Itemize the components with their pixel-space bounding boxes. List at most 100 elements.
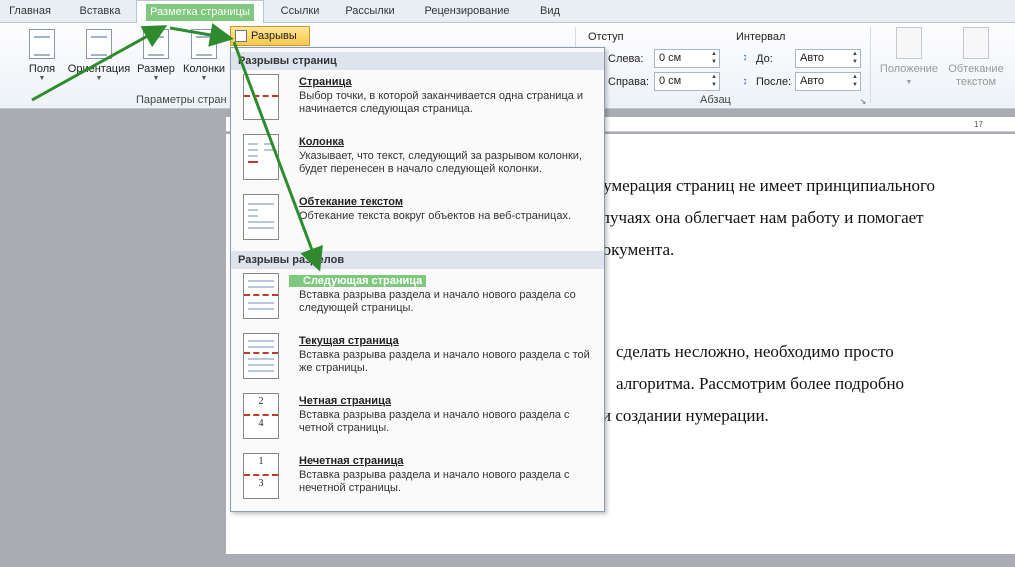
breaks-button[interactable]: Разрывы ▼ xyxy=(230,26,310,59)
indent-left-value: 0 см xyxy=(659,52,682,64)
size-label: Размер xyxy=(137,63,175,75)
menu-item-even-page[interactable]: 2 4 Четная страница Вставка разрыва разд… xyxy=(231,389,604,449)
menu-item-title: Четная страница xyxy=(299,395,392,407)
wrap-text-label-1: Обтекание xyxy=(948,63,1004,75)
menu-item-next-page[interactable]: Следующая страница Вставка разрыва разде… xyxy=(231,269,604,329)
indent-title: Отступ xyxy=(588,31,624,43)
document-line: алгоритма. Рассмотрим более подробно xyxy=(616,374,905,393)
orientation-button[interactable]: Ориентация ▼ xyxy=(66,29,132,82)
ruler-mark: 17 xyxy=(974,120,983,129)
page-breaks-header: Разрывы страниц xyxy=(231,52,604,70)
menu-item-continuous[interactable]: Текущая страница Вставка разрыва раздела… xyxy=(231,329,604,389)
size-icon xyxy=(143,29,169,59)
wrap-text-icon xyxy=(963,27,989,59)
indent-left-field[interactable]: 0 см ▲ ▼ xyxy=(654,49,720,68)
paragraph-group-label: Абзац xyxy=(700,94,731,106)
spacing-after-field[interactable]: Авто ▲ ▼ xyxy=(795,72,861,91)
chevron-down-icon: ▼ xyxy=(95,75,103,82)
spacing-after-label: После: xyxy=(756,76,792,88)
orientation-label: Ориентация xyxy=(67,63,131,75)
size-button[interactable]: Размер ▼ xyxy=(134,29,178,82)
margins-icon xyxy=(29,29,55,59)
position-label: Положение xyxy=(879,63,939,75)
text-wrapping-icon xyxy=(243,194,279,240)
columns-label: Колонки xyxy=(183,63,225,75)
spacing-before-label: До: xyxy=(756,53,773,65)
dialog-launcher-icon[interactable]: ↘ xyxy=(856,95,870,109)
menu-item-title-highlighted: Следующая страница xyxy=(289,275,427,287)
tab-page-layout-label: Разметка страницы xyxy=(146,4,254,21)
menu-item-title: Колонка xyxy=(299,136,344,148)
continuous-break-icon xyxy=(243,333,279,379)
tab-mailings[interactable]: Рассылки xyxy=(336,0,404,23)
chevron-down-icon: ▼ xyxy=(38,75,46,82)
tab-references[interactable]: Ссылки xyxy=(270,0,330,23)
wrap-text-button[interactable]: Обтекание текстом xyxy=(944,27,1008,89)
odd-page-number: 1 xyxy=(258,456,264,467)
breaks-dropdown-menu: Разрывы страниц Страница Выбор точки, в … xyxy=(230,47,605,512)
document-line: документа. xyxy=(594,240,675,259)
chevron-down-icon: ▼ xyxy=(152,75,160,82)
menu-item-description: Вставка разрыва раздела и начало нового … xyxy=(299,409,570,434)
orientation-icon xyxy=(86,29,112,59)
spacing-after-value: Авто xyxy=(800,75,824,87)
menu-item-description: Выбор точки, в которой заканчивается одн… xyxy=(299,90,584,115)
columns-button[interactable]: Колонки ▼ xyxy=(180,29,228,82)
menu-item-title: Обтекание текстом xyxy=(299,196,403,208)
spin-arrows-icon[interactable]: ▲ ▼ xyxy=(852,50,858,66)
menu-item-text-wrapping[interactable]: Обтекание текстом Обтекание текста вокру… xyxy=(231,190,604,250)
spacing-title: Интервал xyxy=(736,31,786,43)
menu-item-title: Текущая страница xyxy=(299,335,399,347)
tab-home[interactable]: Главная xyxy=(0,0,60,23)
document-line: случаях она облегчает нам работу и помог… xyxy=(594,208,924,227)
wrap-text-label-2: текстом xyxy=(955,76,997,88)
columns-icon xyxy=(191,29,217,59)
chevron-down-icon: ▼ xyxy=(905,79,913,86)
indent-right-value: 0 см xyxy=(659,75,682,87)
spin-arrows-icon[interactable]: ▲ ▼ xyxy=(711,73,717,89)
tab-view[interactable]: Вид xyxy=(530,0,570,23)
tab-page-layout[interactable]: Разметка страницы xyxy=(136,0,264,24)
odd-page-number: 3 xyxy=(258,478,264,489)
divider xyxy=(870,27,871,103)
spin-arrows-icon[interactable]: ▲ ▼ xyxy=(711,50,717,66)
even-page-icon: 2 4 xyxy=(243,393,279,439)
breaks-label: Разрывы xyxy=(251,30,297,42)
next-page-icon xyxy=(243,273,279,319)
tab-review[interactable]: Рецензирование xyxy=(414,0,520,23)
section-breaks-header: Разрывы разделов xyxy=(231,251,604,269)
indent-left-label: Слева: xyxy=(608,53,644,65)
menu-item-description: Вставка разрыва раздела и начало нового … xyxy=(299,349,590,374)
even-page-number: 4 xyxy=(258,418,264,429)
chevron-down-icon: ▼ xyxy=(200,75,208,82)
position-button[interactable]: Положение ▼ xyxy=(876,27,942,89)
indent-right-field[interactable]: 0 см ▲ ▼ xyxy=(654,72,720,91)
tab-insert[interactable]: Вставка xyxy=(68,0,132,23)
menu-item-title: Страница xyxy=(299,76,352,88)
spacing-before-field[interactable]: Авто ▲ ▼ xyxy=(795,49,861,68)
document-line: сделать несложно, необходимо просто xyxy=(616,342,894,361)
spacing-before-icon: ↕ xyxy=(742,52,748,63)
menu-item-description: Обтекание текста вокруг объектов на веб-… xyxy=(299,210,572,222)
odd-page-icon: 1 3 xyxy=(243,453,279,499)
menu-item-description: Вставка разрыва раздела и начало нового … xyxy=(299,469,570,494)
ribbon-tab-bar: Главная Вставка Разметка страницы Ссылки… xyxy=(0,0,1015,24)
menu-item-description: Указывает, что текст, следующий за разры… xyxy=(299,150,583,175)
margins-label: Поля xyxy=(28,63,56,75)
margins-button[interactable]: Поля ▼ xyxy=(20,29,64,82)
document-line: и создании нумерации. xyxy=(602,406,769,425)
menu-item-column-break[interactable]: Колонка Указывает, что текст, следующий … xyxy=(231,130,604,190)
position-icon xyxy=(896,27,922,59)
menu-item-odd-page[interactable]: 1 3 Нечетная страница Вставка разрыва ра… xyxy=(231,449,604,509)
page-break-icon xyxy=(243,74,279,120)
column-break-icon xyxy=(243,134,279,180)
menu-item-description: Вставка разрыва раздела и начало нового … xyxy=(299,289,576,314)
page-setup-group-label: Параметры стран xyxy=(136,94,227,106)
spacing-after-icon: ↕ xyxy=(742,76,748,87)
menu-item-page-break[interactable]: Страница Выбор точки, в которой заканчив… xyxy=(231,70,604,130)
page-break-icon xyxy=(235,30,247,42)
spacing-before-value: Авто xyxy=(800,52,824,64)
spin-arrows-icon[interactable]: ▲ ▼ xyxy=(852,73,858,89)
indent-right-label: Справа: xyxy=(608,76,650,88)
even-page-number: 2 xyxy=(258,396,264,407)
